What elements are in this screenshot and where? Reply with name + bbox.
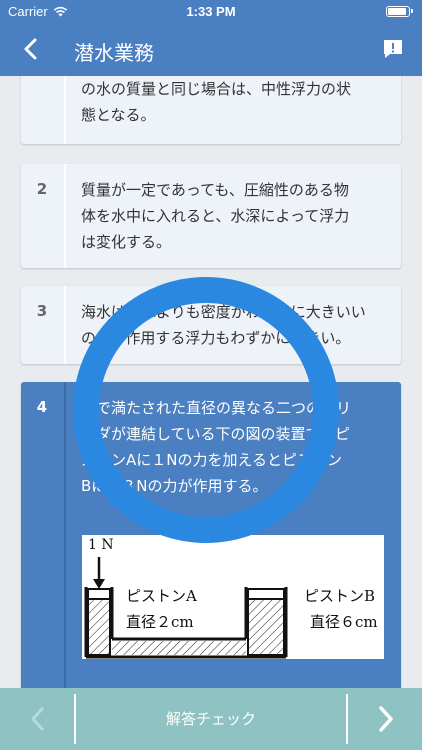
option-line: 態となる。 [81,106,156,124]
previous-chevron-icon[interactable] [0,688,74,750]
option-separator [64,286,66,364]
report-comment-icon[interactable] [382,38,404,60]
option-line: の水の質量と同じ場合は、中性浮力の状 [81,80,352,98]
piston-a-label: ピストンA [126,587,197,605]
battery-icon [386,6,413,17]
option-line: 質量が一定であっても、圧縮性のある物 [81,181,349,199]
option-number: 2 [36,180,48,198]
option-separator [64,76,66,144]
option-number: 4 [36,398,48,416]
status-bar: Carrier 1:33 PM [0,0,422,24]
clock: 1:33 PM [186,4,236,19]
option-line: は変化する。 [81,233,172,251]
back-chevron-icon[interactable] [16,34,46,64]
force-label: 1 N [88,537,114,553]
navigation-bar: 潜水業務 [0,24,422,76]
piston-diagram: 1 N ピストンA 直径２cm ピストンB 直径６cm [82,535,384,659]
answer-check-button[interactable]: 解答チェック [76,688,346,750]
bottom-toolbar: 解答チェック [0,688,422,750]
next-chevron-icon[interactable] [348,688,422,750]
option-text: 質量が一定であっても、圧縮性のある物 体を水中に入れると、水深によって浮力 は変… [81,177,389,255]
page-title: 潜水業務 [74,41,154,65]
option-separator [64,164,66,268]
option-line: 体を水中に入れると、水深によって浮力 [81,207,350,225]
option-card-1[interactable]: の水の質量と同じ場合は、中性浮力の状 態となる。 [21,76,401,144]
piston-b-diameter: 直径６cm [310,613,378,631]
option-text: の水の質量と同じ場合は、中性浮力の状 態となる。 [81,76,389,128]
option-card-2[interactable]: 2 質量が一定であっても、圧縮性のある物 体を水中に入れると、水深によって浮力 … [21,164,401,268]
option-number: 3 [36,302,48,320]
piston-a-diameter: 直径２cm [126,613,194,631]
piston-b-label: ピストンB [304,587,376,605]
touch-indicator-ring [73,277,339,543]
option-separator [64,382,66,688]
option-number [21,76,63,82]
